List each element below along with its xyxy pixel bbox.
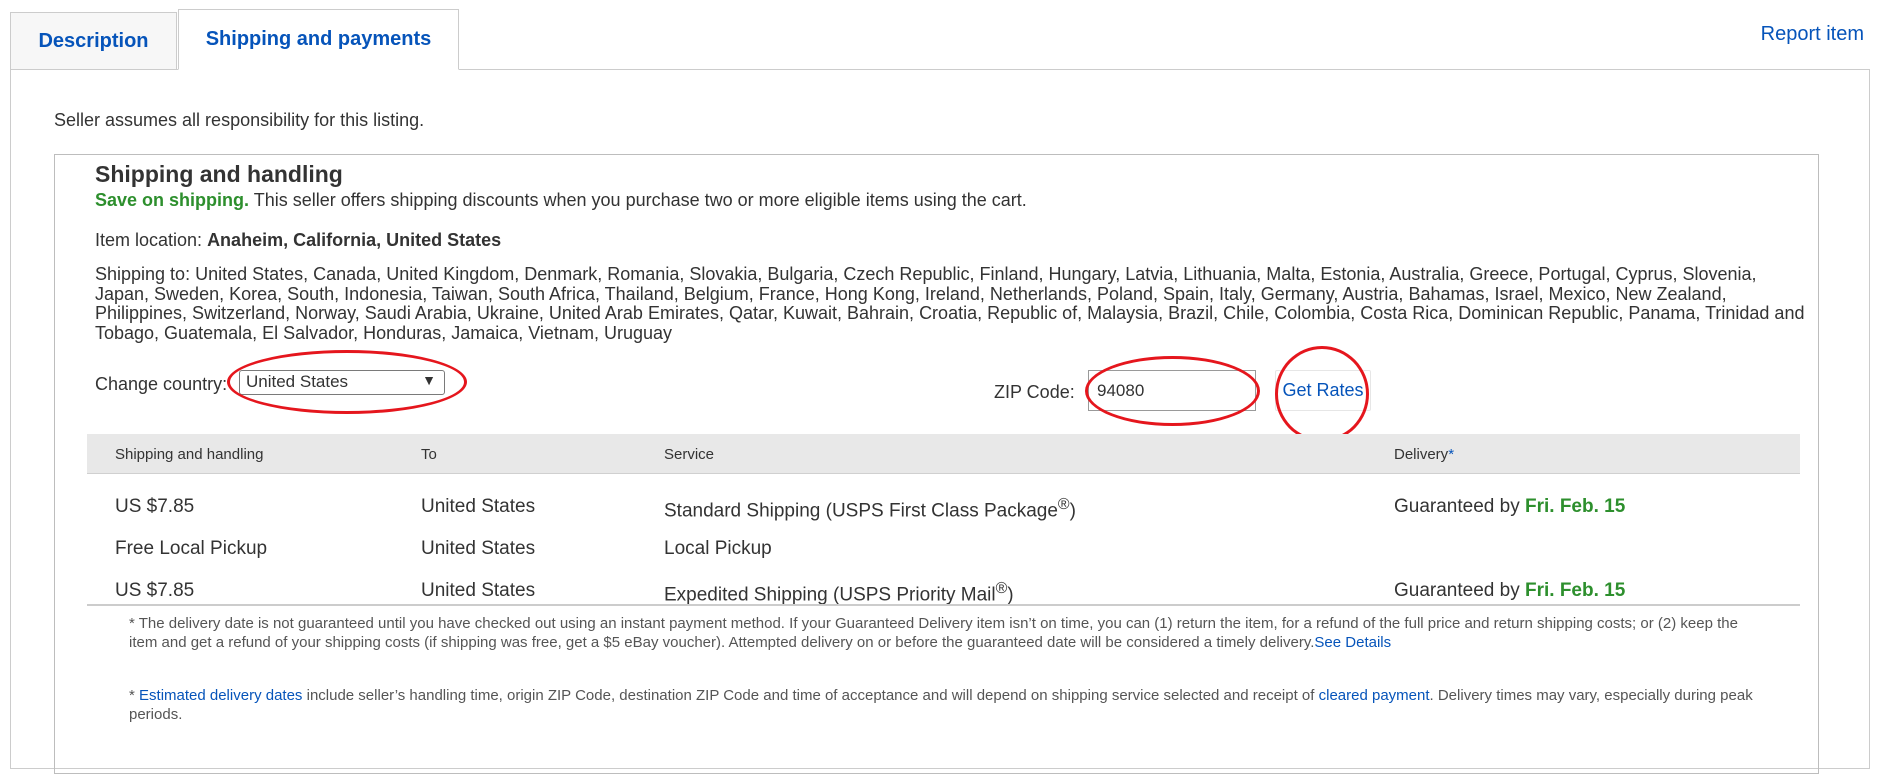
delivery-date: Fri. Feb. 15	[1524, 496, 1626, 517]
row-cost: US $7.85	[115, 580, 195, 601]
note1-text: * The delivery date is not guaranteed un…	[129, 615, 1738, 651]
promo-highlight: Save on shipping.	[95, 190, 250, 210]
table-divider	[87, 604, 1800, 606]
country-select[interactable]: United States ▼	[239, 370, 445, 395]
see-details-link[interactable]: See Details	[1314, 634, 1391, 651]
report-item-link[interactable]: Report item	[1761, 23, 1864, 46]
promo-text: This seller offers shipping discounts wh…	[249, 190, 1027, 210]
seller-disclaimer: Seller assumes all responsibility for th…	[54, 110, 425, 130]
row-destination: United States	[421, 580, 536, 601]
delivery-date: Fri. Feb. 15	[1524, 580, 1626, 601]
row-destination: United States	[421, 496, 536, 517]
row-delivery: Guaranteed by Fri. Feb. 15	[1394, 496, 1625, 518]
change-country-label: Change country:	[95, 374, 228, 394]
header-delivery-label: Delivery	[1394, 446, 1449, 463]
get-rates-button[interactable]: Get Rates	[1275, 370, 1371, 411]
service-name: Local Pickup	[664, 538, 772, 559]
delivery-prefix: Guaranteed by	[1394, 496, 1525, 517]
row-cost: US $7.85	[115, 496, 195, 517]
shipping-title: Shipping and handling	[95, 161, 343, 187]
row-service: Local Pickup	[664, 538, 772, 560]
country-value: United States	[246, 372, 349, 391]
service-name: Expedited Shipping (USPS Priority Mail	[664, 584, 996, 606]
estimated-delivery-dates-link[interactable]: Estimated delivery dates	[139, 687, 302, 704]
row-delivery: Guaranteed by Fri. Feb. 15	[1394, 580, 1625, 602]
delivery-guarantee-note: * The delivery date is not guaranteed un…	[129, 614, 1769, 652]
shipping-table-header: Shipping and handling To Service Deliver…	[87, 434, 1800, 474]
row-service: Standard Shipping (USPS First Class Pack…	[664, 496, 1076, 522]
delivery-prefix: Guaranteed by	[1394, 580, 1525, 601]
row-cost: Free Local Pickup	[115, 538, 268, 559]
delivery-footnote-star[interactable]: *	[1448, 446, 1454, 463]
shipping-promo: Save on shipping. This seller offers shi…	[95, 190, 1027, 211]
location-value: Anaheim, California, United States	[207, 230, 502, 250]
dropdown-arrow-icon: ▼	[422, 372, 436, 388]
tab-shipping-and-payments[interactable]: Shipping and payments	[178, 9, 459, 70]
cleared-payment-link[interactable]: cleared payment	[1319, 687, 1430, 704]
header-to: To	[421, 446, 437, 463]
service-end: )	[1007, 584, 1014, 606]
item-location: Item location: Anaheim, California, Unit…	[95, 230, 501, 251]
service-end: )	[1069, 500, 1076, 522]
table-row: US $7.85 United States Standard Shipping…	[87, 486, 1800, 528]
service-name: Standard Shipping (USPS First Class Pack…	[664, 500, 1058, 522]
shipping-destinations: Shipping to: United States, Canada, Unit…	[95, 264, 1805, 343]
registered-mark: ®	[995, 580, 1008, 597]
header-delivery: Delivery*	[1394, 446, 1454, 463]
table-row: Free Local Pickup United States Local Pi…	[87, 528, 1800, 570]
note2-prefix: *	[129, 687, 140, 704]
note2-mid: include seller’s handling time, origin Z…	[302, 687, 1319, 704]
row-service: Expedited Shipping (USPS Priority Mail®)	[664, 580, 1014, 606]
tab-description[interactable]: Description	[10, 12, 177, 69]
row-destination: United States	[421, 538, 536, 559]
header-shipping-handling: Shipping and handling	[115, 446, 264, 463]
estimated-delivery-note: * Estimated delivery dates include selle…	[129, 686, 1769, 724]
registered-mark: ®	[1057, 496, 1070, 513]
zip-code-input[interactable]: 94080	[1088, 370, 1256, 411]
header-service: Service	[664, 446, 715, 463]
zip-code-label: ZIP Code:	[994, 382, 1075, 402]
location-label: Item location:	[95, 230, 208, 250]
